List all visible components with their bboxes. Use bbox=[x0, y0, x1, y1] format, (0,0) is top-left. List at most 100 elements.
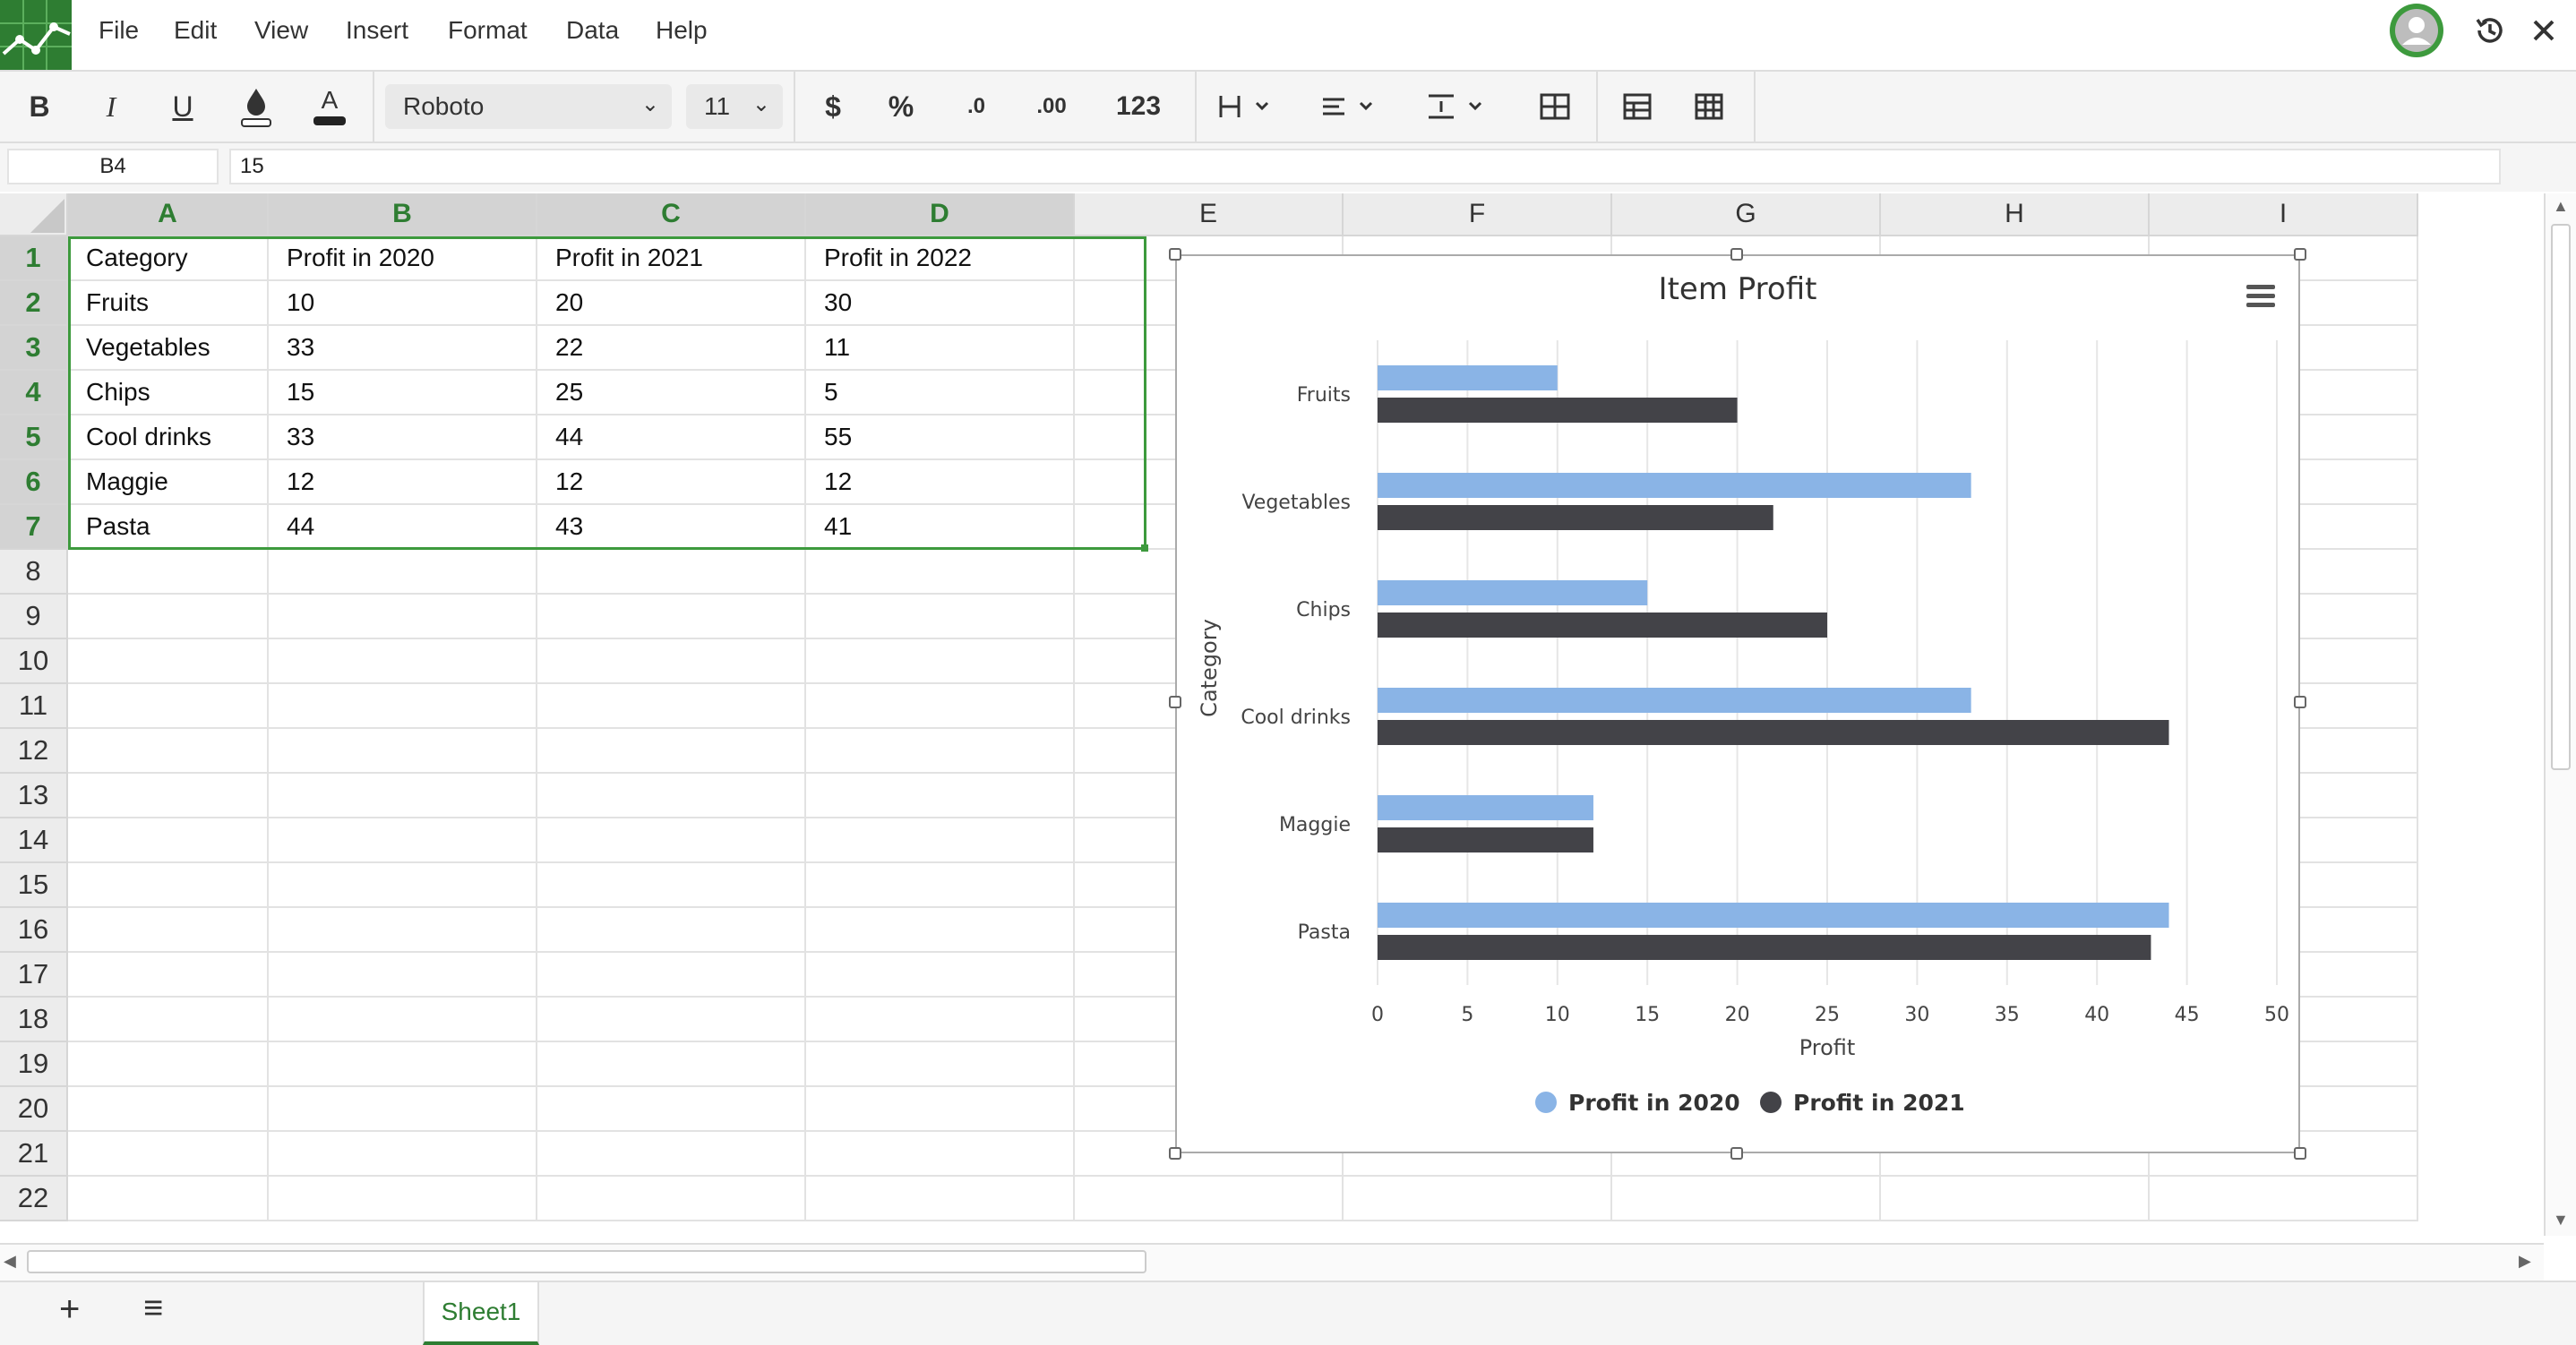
row-header[interactable]: 8 bbox=[0, 550, 68, 595]
insert-row-button[interactable] bbox=[1619, 72, 1655, 141]
bar-maggie-series-0[interactable] bbox=[1378, 795, 1593, 820]
column-header[interactable]: E bbox=[1075, 193, 1344, 236]
text-color-button[interactable]: A bbox=[308, 72, 351, 141]
cell[interactable] bbox=[806, 1132, 1075, 1177]
cell[interactable] bbox=[537, 595, 806, 639]
cell[interactable] bbox=[537, 1177, 806, 1221]
bar-cool-drinks-series-1[interactable] bbox=[1378, 720, 2169, 745]
row-header[interactable]: 20 bbox=[0, 1087, 68, 1132]
resize-handle[interactable] bbox=[1169, 248, 1181, 261]
align-dropdown[interactable] bbox=[1313, 72, 1394, 141]
resize-handle[interactable] bbox=[1730, 1147, 1743, 1160]
cell[interactable] bbox=[537, 550, 806, 595]
cell[interactable] bbox=[1612, 1177, 1881, 1221]
column-header[interactable]: F bbox=[1344, 193, 1612, 236]
cell[interactable] bbox=[806, 639, 1075, 684]
cell[interactable] bbox=[806, 684, 1075, 729]
bar-vegetables-series-0[interactable] bbox=[1378, 473, 1971, 498]
bold-button[interactable]: B bbox=[18, 72, 61, 141]
cell[interactable] bbox=[806, 1087, 1075, 1132]
bar-fruits-series-1[interactable] bbox=[1378, 398, 1738, 423]
cell[interactable] bbox=[68, 863, 269, 908]
menu-edit[interactable]: Edit bbox=[174, 16, 217, 45]
vertical-scrollbar[interactable]: ▲ ▼ bbox=[2544, 193, 2576, 1236]
resize-handle[interactable] bbox=[1169, 696, 1181, 708]
chart-menu-icon[interactable] bbox=[2246, 285, 2275, 307]
column-header[interactable]: D bbox=[806, 193, 1075, 236]
cell[interactable] bbox=[68, 729, 269, 774]
row-header[interactable]: 15 bbox=[0, 863, 68, 908]
italic-button[interactable]: I bbox=[90, 72, 133, 141]
row-header[interactable]: 14 bbox=[0, 818, 68, 863]
increase-decimals-button[interactable]: .00 bbox=[1026, 72, 1077, 141]
bar-fruits-series-0[interactable] bbox=[1378, 365, 1558, 390]
sheet-tab[interactable]: Sheet1 bbox=[423, 1282, 539, 1345]
name-box[interactable]: B4 bbox=[7, 149, 219, 184]
cell[interactable] bbox=[269, 1177, 537, 1221]
fill-color-button[interactable] bbox=[235, 72, 278, 141]
cell[interactable] bbox=[537, 639, 806, 684]
cell[interactable] bbox=[1344, 1177, 1612, 1221]
cell[interactable] bbox=[806, 1177, 1075, 1221]
font-size-select[interactable]: 11 ⌄ bbox=[686, 84, 783, 129]
cell[interactable] bbox=[269, 1042, 537, 1087]
row-header[interactable]: 2 bbox=[0, 281, 68, 326]
row-header[interactable]: 12 bbox=[0, 729, 68, 774]
bar-chips-series-0[interactable] bbox=[1378, 580, 1648, 605]
row-header[interactable]: 9 bbox=[0, 595, 68, 639]
column-header[interactable]: A bbox=[68, 193, 269, 236]
bar-cool-drinks-series-0[interactable] bbox=[1378, 688, 1971, 713]
add-sheet-button[interactable]: + bbox=[59, 1289, 80, 1330]
scroll-down-icon[interactable]: ▼ bbox=[2553, 1211, 2569, 1229]
cell[interactable] bbox=[806, 818, 1075, 863]
currency-button[interactable]: $ bbox=[815, 72, 851, 141]
bar-maggie-series-1[interactable] bbox=[1378, 827, 1593, 852]
cell[interactable] bbox=[68, 1132, 269, 1177]
column-header[interactable]: B bbox=[269, 193, 537, 236]
cell[interactable] bbox=[806, 1042, 1075, 1087]
cell[interactable] bbox=[269, 1132, 537, 1177]
merge-cells-button[interactable] bbox=[1537, 72, 1573, 141]
cell[interactable] bbox=[806, 774, 1075, 818]
cell[interactable] bbox=[537, 774, 806, 818]
cell[interactable] bbox=[68, 595, 269, 639]
menu-file[interactable]: File bbox=[99, 16, 139, 45]
insert-table-button[interactable] bbox=[1691, 72, 1727, 141]
scroll-up-icon[interactable]: ▲ bbox=[2553, 197, 2569, 216]
cell[interactable] bbox=[537, 998, 806, 1042]
scroll-right-icon[interactable]: ▶ bbox=[2519, 1252, 2531, 1271]
cell[interactable] bbox=[537, 1132, 806, 1177]
row-header[interactable]: 10 bbox=[0, 639, 68, 684]
bar-pasta-series-0[interactable] bbox=[1378, 903, 2169, 928]
column-header[interactable]: C bbox=[537, 193, 806, 236]
cell[interactable] bbox=[269, 908, 537, 953]
cell[interactable] bbox=[68, 639, 269, 684]
row-header[interactable]: 16 bbox=[0, 908, 68, 953]
cell[interactable] bbox=[806, 595, 1075, 639]
cell[interactable] bbox=[269, 818, 537, 863]
cell[interactable] bbox=[537, 729, 806, 774]
avatar[interactable] bbox=[2390, 4, 2443, 57]
row-header[interactable]: 22 bbox=[0, 1177, 68, 1221]
resize-handle[interactable] bbox=[1730, 248, 1743, 261]
cell[interactable] bbox=[269, 863, 537, 908]
fill-handle[interactable] bbox=[1141, 544, 1148, 552]
row-header[interactable]: 19 bbox=[0, 1042, 68, 1087]
cell[interactable] bbox=[68, 998, 269, 1042]
row-header[interactable]: 7 bbox=[0, 505, 68, 550]
bar-chips-series-1[interactable] bbox=[1378, 613, 1827, 638]
number-format-button[interactable]: 123 bbox=[1107, 72, 1170, 141]
cell[interactable] bbox=[537, 953, 806, 998]
cell[interactable] bbox=[68, 1042, 269, 1087]
cell[interactable] bbox=[537, 684, 806, 729]
cell[interactable] bbox=[269, 595, 537, 639]
cell[interactable] bbox=[68, 550, 269, 595]
cell[interactable] bbox=[806, 908, 1075, 953]
menu-insert[interactable]: Insert bbox=[346, 16, 408, 45]
resize-handle[interactable] bbox=[2294, 696, 2306, 708]
menu-help[interactable]: Help bbox=[656, 16, 708, 45]
cell[interactable] bbox=[269, 639, 537, 684]
bar-pasta-series-1[interactable] bbox=[1378, 935, 2151, 960]
chart-object[interactable]: Item Profit 0 5 10 15 20 25 30 35 40 45 50 Fruits Ve… bbox=[1175, 254, 2300, 1153]
select-all-corner[interactable] bbox=[0, 193, 68, 236]
